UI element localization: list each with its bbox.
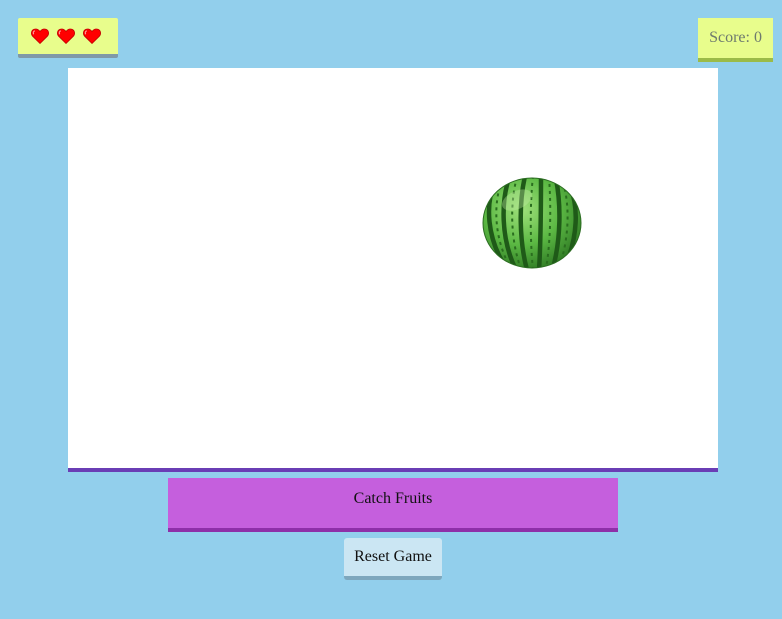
lives-panel <box>18 18 118 58</box>
heart-icon <box>57 28 75 44</box>
heart-icon <box>31 28 49 44</box>
reset-game-button[interactable]: Reset Game <box>344 538 442 580</box>
catch-basket-bar[interactable]: Catch Fruits <box>168 478 618 532</box>
score-display: Score: 0 <box>698 18 773 62</box>
game-screen: Score: 0 Catch Fruits Reset Game <box>0 0 782 619</box>
game-area[interactable] <box>68 68 718 472</box>
heart-icon <box>83 28 101 44</box>
watermelon-icon[interactable] <box>481 176 583 270</box>
